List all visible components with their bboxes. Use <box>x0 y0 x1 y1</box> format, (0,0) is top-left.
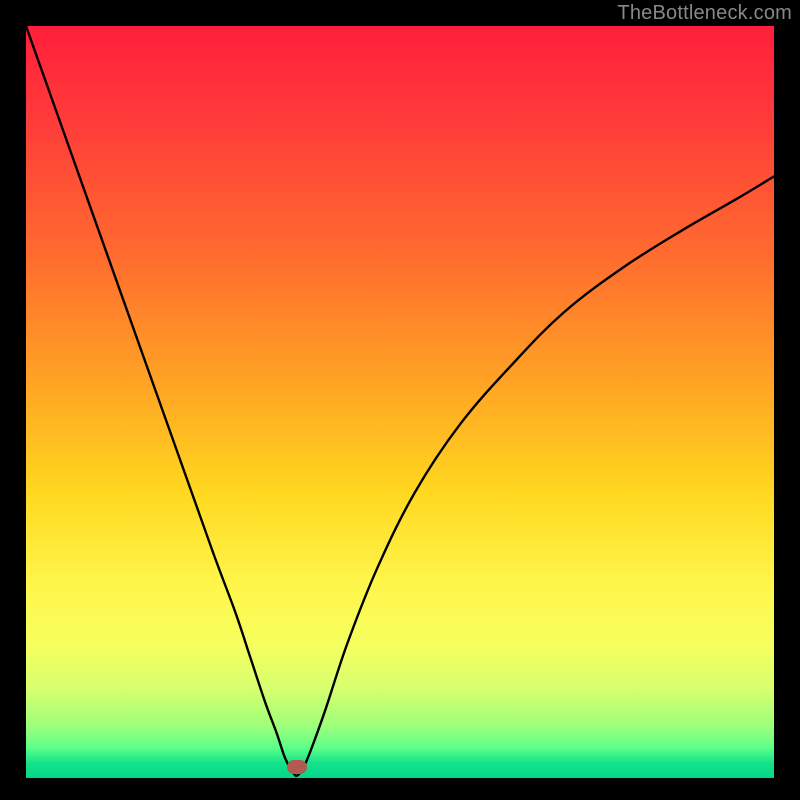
plot-area <box>26 26 774 778</box>
chart-frame: TheBottleneck.com <box>0 0 800 800</box>
optimal-point-marker <box>287 760 307 774</box>
bottleneck-curve <box>26 26 774 778</box>
watermark-text: TheBottleneck.com <box>617 2 792 25</box>
